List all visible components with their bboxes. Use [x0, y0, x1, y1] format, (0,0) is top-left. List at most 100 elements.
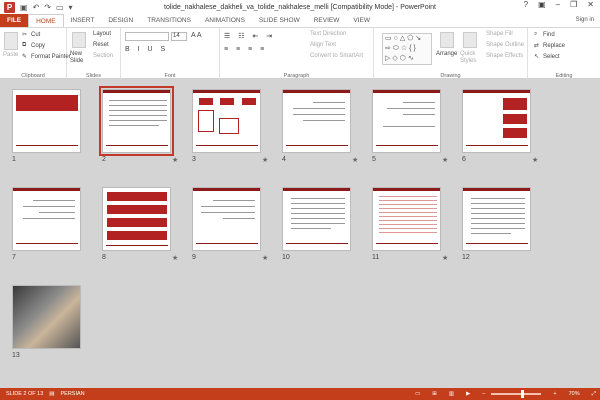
replace-button[interactable]: ⇄ Replace: [534, 42, 565, 49]
slide-thumbnail-11[interactable]: [372, 187, 441, 251]
slide-thumbnail-12[interactable]: [462, 187, 531, 251]
quick-styles-icon[interactable]: [463, 32, 477, 48]
slide-thumbnail-5[interactable]: [372, 89, 441, 153]
slide-number: 8: [102, 254, 106, 261]
animation-star-icon: ★: [352, 157, 359, 164]
tab-transitions[interactable]: TRANSITIONS: [140, 14, 198, 27]
tab-home[interactable]: HOME: [28, 14, 64, 27]
reading-view-icon[interactable]: ▥: [449, 391, 454, 397]
tab-animations[interactable]: ANIMATIONS: [198, 14, 252, 27]
section-button[interactable]: Section: [93, 53, 113, 59]
animation-star-icon: ★: [532, 157, 539, 164]
shapes-gallery[interactable]: ▭○△⬠↘ ⇨⬭☆{} ▷◇⬡∿: [382, 33, 432, 65]
format-painter-button[interactable]: ✎ Format Painter: [22, 53, 71, 60]
undo-icon[interactable]: ↶: [33, 3, 40, 12]
paste-button[interactable]: Paste: [3, 52, 18, 58]
shape-effects-button[interactable]: Shape Effects: [486, 53, 523, 59]
replace-label: Replace: [543, 43, 566, 50]
new-slide-button[interactable]: New Slide: [70, 51, 92, 65]
shape-outline-button[interactable]: Shape Outline: [486, 42, 524, 48]
proofing-icon[interactable]: ▤: [49, 391, 54, 397]
zoom-out-button[interactable]: –: [482, 391, 485, 397]
slide-thumbnail-4[interactable]: [282, 89, 351, 153]
normal-view-icon[interactable]: ▭: [415, 391, 420, 397]
tab-slide-show[interactable]: SLIDE SHOW: [252, 14, 307, 27]
slide-number: 9: [192, 254, 196, 261]
new-slide-icon[interactable]: [72, 32, 86, 48]
close-icon[interactable]: ✕: [587, 0, 594, 9]
zoom-slider[interactable]: [491, 390, 542, 398]
fit-to-window-icon[interactable]: ⤢: [592, 391, 596, 398]
find-button[interactable]: ⌕ Find: [534, 31, 555, 38]
slide-sorter: 1 2 ★ 3 ★ 4 ★ 5 ★ 6 ★ 7 8 ★ 9 ★ 10 11 ★ …: [0, 79, 600, 388]
restore-icon[interactable]: ❐: [570, 0, 577, 9]
convert-smartart-button[interactable]: Convert to SmartArt: [310, 53, 363, 59]
shape-fill-button[interactable]: Shape Fill: [486, 31, 513, 37]
animation-star-icon: ★: [172, 255, 179, 262]
tab-design[interactable]: DESIGN: [101, 14, 140, 27]
align-icons[interactable]: ≡ ≡ ≡ ≡: [224, 46, 267, 53]
copy-button[interactable]: ⧉ Copy: [22, 42, 45, 49]
paste-icon[interactable]: [4, 32, 18, 50]
laptop-photo: [13, 286, 80, 348]
quick-styles-button[interactable]: Quick Styles: [460, 51, 482, 65]
slide-thumbnail-3[interactable]: [192, 89, 261, 153]
list-icons[interactable]: ☰ ☷ ⇤ ⇥: [224, 32, 275, 40]
zoom-in-button[interactable]: +: [553, 391, 556, 397]
start-presentation-icon[interactable]: ▭: [56, 3, 64, 12]
slide-thumbnail-8[interactable]: [102, 187, 171, 251]
slide-sorter-view-icon[interactable]: ⊞: [432, 391, 437, 397]
sign-in-link[interactable]: Sign in: [576, 14, 594, 27]
zoom-level[interactable]: 70%: [569, 391, 580, 397]
paintbrush-icon: ✎: [22, 54, 28, 60]
text-direction-button[interactable]: Text Direction: [310, 31, 346, 37]
select-label: Select: [543, 54, 560, 61]
slideshow-view-icon[interactable]: ▶: [466, 391, 470, 397]
slide-number: 4: [282, 156, 286, 163]
ribbon-tabs: FILE HOME INSERT DESIGN TRANSITIONS ANIM…: [0, 14, 600, 27]
grow-font-icon[interactable]: A A: [191, 32, 202, 39]
cursor-icon: ↖: [534, 54, 540, 60]
slide-thumbnail-2[interactable]: [99, 86, 174, 156]
window-title: tolide_nakhalese_dakheli_va_tolide_nakha…: [164, 3, 436, 11]
language-indicator[interactable]: PERSIAN: [61, 391, 85, 397]
minimize-icon[interactable]: –: [556, 0, 560, 9]
slide-thumbnail-9[interactable]: [192, 187, 261, 251]
tab-view[interactable]: VIEW: [346, 14, 377, 27]
ribbon: Paste ✂ Cut ⧉ Copy ✎ Format Painter Clipboa…: [0, 27, 600, 80]
align-text-button[interactable]: Align Text: [310, 42, 336, 48]
save-icon[interactable]: ▣: [20, 3, 28, 12]
customize-qat-icon[interactable]: ▾: [69, 3, 73, 12]
animation-star-icon: ★: [442, 157, 449, 164]
help-icon[interactable]: ?: [524, 0, 528, 9]
animation-star-icon: ★: [262, 255, 269, 262]
layout-button[interactable]: Layout: [93, 31, 111, 37]
slide-thumbnail-13[interactable]: [12, 285, 81, 349]
clipboard-group: Paste ✂ Cut ⧉ Copy ✎ Format Painter Clipboa…: [0, 28, 71, 80]
tab-insert[interactable]: INSERT: [64, 14, 102, 27]
ribbon-display-icon[interactable]: ▣: [538, 0, 546, 9]
slide-number: 11: [372, 254, 380, 261]
arrange-icon[interactable]: [440, 32, 454, 48]
select-button[interactable]: ↖ Select: [534, 53, 560, 60]
cut-button[interactable]: ✂ Cut: [22, 31, 40, 38]
zoom-slider-handle[interactable]: [521, 390, 525, 398]
copy-label: Copy: [31, 43, 46, 50]
tab-file[interactable]: FILE: [0, 14, 29, 27]
slide-thumbnail-1[interactable]: [12, 89, 81, 153]
slide-thumbnail-10[interactable]: [282, 187, 351, 251]
slide-thumbnail-7[interactable]: [12, 187, 81, 251]
slide-number: 3: [192, 156, 196, 163]
font-group: 14 A A B I U S Font: [121, 28, 220, 80]
slide-count: SLIDE 2 OF 13: [6, 391, 44, 397]
font-size-box[interactable]: 14: [171, 32, 187, 41]
redo-icon[interactable]: ↷: [44, 3, 51, 12]
slide-thumbnail-6[interactable]: [462, 89, 531, 153]
font-name-box[interactable]: [125, 32, 169, 41]
font-format-icons[interactable]: B I U S: [125, 46, 168, 53]
reset-button[interactable]: Reset: [93, 42, 109, 48]
paragraph-group: ☰ ☷ ⇤ ⇥ ≡ ≡ ≡ ≡ Text Direction Align Tex…: [220, 28, 374, 80]
tab-review[interactable]: REVIEW: [307, 14, 347, 27]
slides-group: New Slide Layout Reset Section Slides: [67, 28, 121, 80]
arrange-button[interactable]: Arrange: [436, 51, 457, 57]
